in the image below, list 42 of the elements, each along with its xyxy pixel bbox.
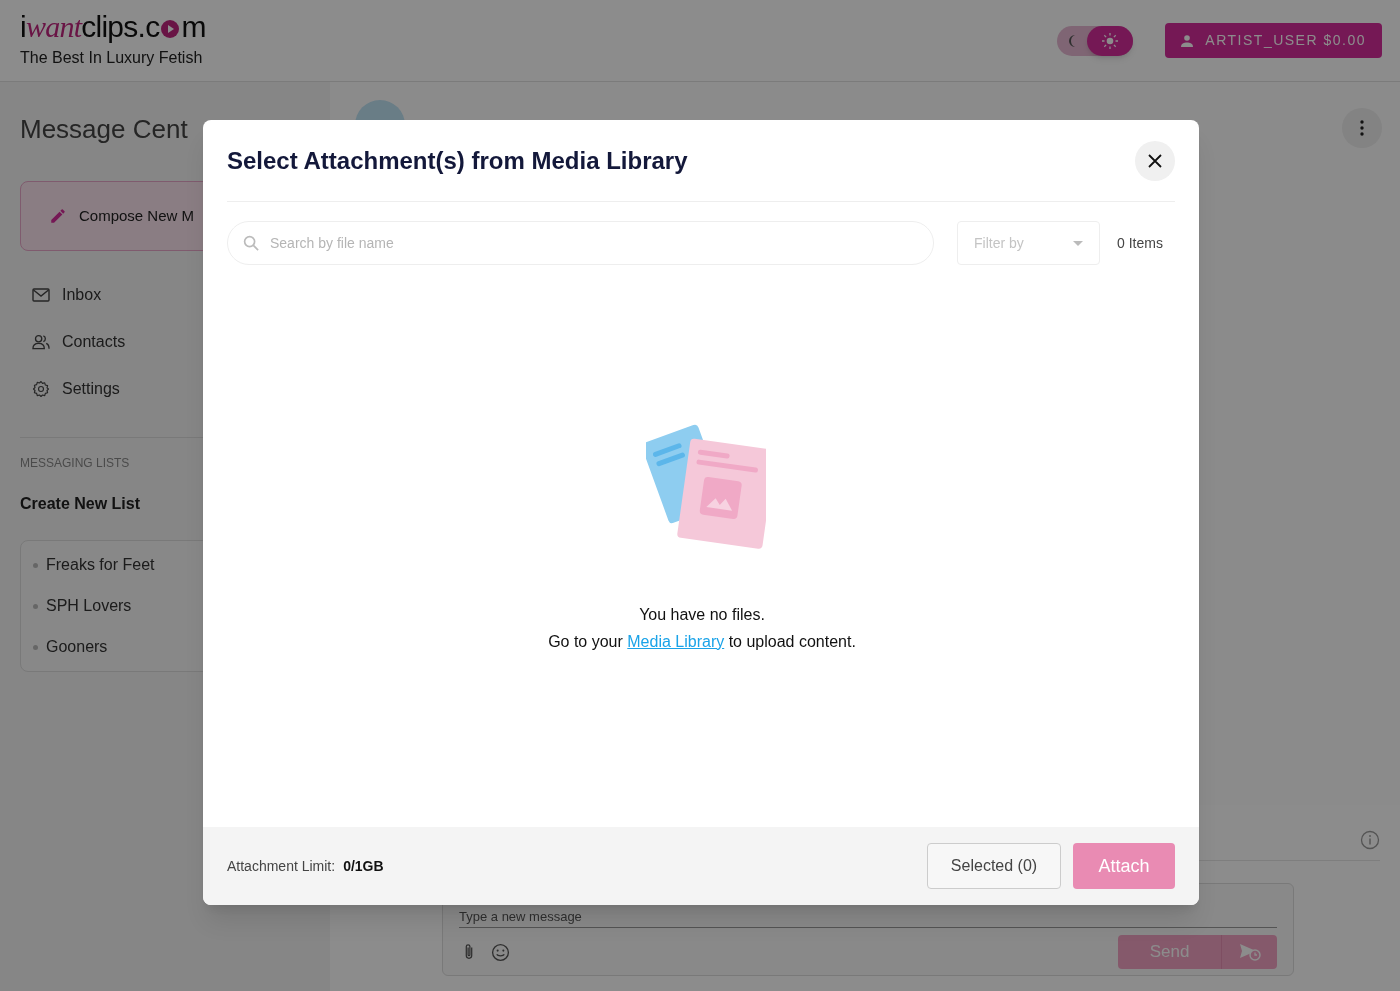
schedule-send-button[interactable] <box>1222 935 1277 969</box>
schedule-send-icon <box>1238 943 1261 961</box>
account-button[interactable]: ARTIST_USER $0.00 <box>1165 23 1382 58</box>
bullet-icon <box>33 644 38 650</box>
tagline: The Best In Luxury Fetish <box>20 47 204 68</box>
pencil-icon <box>49 207 67 225</box>
section-label: MESSAGING LISTS <box>20 455 131 472</box>
close-icon <box>1148 153 1162 168</box>
sun-toggle[interactable] <box>1087 25 1134 56</box>
list-item[interactable]: Gooners <box>46 635 108 659</box>
nav-item[interactable]: Settings <box>32 377 310 401</box>
empty-heading: You have no files. <box>639 604 765 625</box>
page-title: Message Cent <box>20 113 189 146</box>
empty-message: Go to your Media Library to upload content. <box>548 631 856 652</box>
bullet-icon <box>33 603 38 609</box>
logo[interactable]: iwantclips.c m <box>20 11 206 42</box>
envelope-icon <box>32 288 50 302</box>
people-icon <box>32 334 50 350</box>
search-field[interactable]: Search by file name <box>227 221 934 265</box>
emoji-icon[interactable] <box>491 942 510 962</box>
user-icon <box>1181 34 1194 47</box>
dialog-title: Select Attachment(s) from Media Library <box>227 145 688 176</box>
media-library-link[interactable]: Media Library <box>627 632 725 650</box>
selected-button[interactable]: Selected (0) <box>927 843 1061 889</box>
sun-icon <box>1102 32 1119 49</box>
nav-item[interactable]: Contacts <box>32 330 310 354</box>
paperclip-icon[interactable] <box>463 943 475 961</box>
theme-toggle[interactable] <box>1057 25 1134 56</box>
list-item[interactable]: Freaks for Feet <box>46 553 155 577</box>
limit-label: Attachment Limit: <box>227 856 336 876</box>
nav-item[interactable]: Inbox <box>32 283 310 307</box>
search-icon <box>243 235 260 252</box>
info-icon[interactable] <box>1360 830 1380 850</box>
item-count: 0 Items <box>1117 233 1163 253</box>
bullet-icon <box>33 562 38 568</box>
limit-value: 0/1GB <box>343 856 384 876</box>
close-button[interactable] <box>1135 140 1175 181</box>
caret-icon <box>1073 240 1083 246</box>
kebab-icon <box>1360 120 1364 136</box>
gear-icon <box>32 380 50 398</box>
list-item[interactable]: SPH Lovers <box>46 594 132 618</box>
message-field[interactable]: Type a new message <box>459 909 582 925</box>
